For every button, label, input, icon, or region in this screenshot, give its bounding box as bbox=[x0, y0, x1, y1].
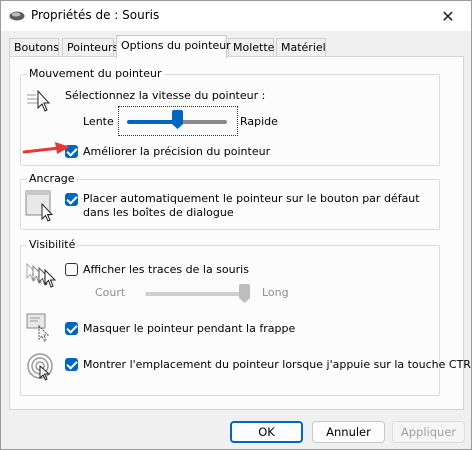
mouse-app-icon bbox=[9, 11, 25, 21]
show-location-ctrl-checkbox[interactable] bbox=[65, 358, 78, 371]
speed-slow-label: Lente bbox=[83, 115, 114, 128]
tab-wheel[interactable]: Molette bbox=[228, 38, 274, 57]
cancel-button[interactable]: Annuler bbox=[312, 421, 385, 443]
pointer-trails-label[interactable]: Afficher les traces de la souris bbox=[83, 263, 249, 276]
apply-button[interactable]: Appliquer bbox=[392, 421, 465, 443]
speed-slider-thumb[interactable] bbox=[172, 110, 183, 130]
pointer-speed-icon bbox=[27, 89, 51, 112]
tab-hardware[interactable]: Matériel bbox=[276, 38, 326, 57]
trail-length-slider[interactable] bbox=[145, 284, 257, 304]
show-location-ctrl-label[interactable]: Montrer l'emplacement du pointeur lorsqu… bbox=[83, 358, 472, 371]
pointer-trails-checkbox[interactable] bbox=[65, 263, 78, 276]
hide-while-typing-checkbox[interactable] bbox=[65, 322, 78, 335]
speed-track-fill bbox=[127, 120, 177, 124]
visibility-group: Visibilité Afficher les traces de la sou… bbox=[20, 238, 472, 396]
hide-pointer-icon bbox=[26, 313, 50, 342]
hide-while-typing-label[interactable]: Masquer le pointeur pendant la frappe bbox=[83, 322, 295, 335]
snap-to-default-label[interactable]: Placer automatiquement le pointeur sur l… bbox=[83, 192, 435, 220]
motion-group: Mouvement du pointeur Sélectionnez la vi… bbox=[20, 67, 440, 166]
motion-group-title: Mouvement du pointeur bbox=[27, 67, 164, 80]
trail-long-label: Long bbox=[262, 286, 289, 299]
ctrl-locate-icon bbox=[27, 353, 53, 381]
trail-short-label: Court bbox=[95, 286, 126, 299]
tab-pointers[interactable]: Pointeurs bbox=[62, 38, 118, 57]
speed-fast-label: Rapide bbox=[240, 115, 278, 128]
snap-to-default-checkbox[interactable] bbox=[65, 193, 78, 206]
tab-buttons[interactable]: Boutons bbox=[9, 38, 59, 57]
close-icon: ✕ bbox=[441, 6, 455, 26]
speed-label: Sélectionnez la vitesse du pointeur : bbox=[65, 89, 266, 102]
close-button[interactable]: ✕ bbox=[425, 1, 471, 31]
title-bar: Propriétés de : Souris ✕ bbox=[1, 1, 471, 31]
window-title: Propriétés de : Souris bbox=[31, 8, 160, 22]
snap-group-title: Ancrage bbox=[27, 172, 77, 185]
speed-track bbox=[177, 120, 227, 124]
snap-to-icon bbox=[25, 190, 54, 222]
tab-pointer-options[interactable]: Options du pointeur bbox=[116, 35, 231, 58]
pointer-trails-icon bbox=[26, 262, 57, 288]
ok-button[interactable]: OK bbox=[230, 421, 303, 443]
trail-track bbox=[145, 292, 245, 296]
tab-panel: Mouvement du pointeur Sélectionnez la vi… bbox=[9, 56, 472, 410]
snap-group: Ancrage Placer automatiquement le pointe… bbox=[20, 172, 440, 230]
pointer-speed-slider[interactable] bbox=[118, 106, 238, 136]
visibility-group-title: Visibilité bbox=[27, 238, 78, 251]
mouse-properties-dialog: Propriétés de : Souris ✕ Boutons Pointeu… bbox=[0, 0, 472, 450]
enhance-precision-label[interactable]: Améliorer la précision du pointeur bbox=[83, 145, 270, 158]
trail-slider-thumb[interactable] bbox=[239, 284, 250, 304]
red-arrow-annotation bbox=[23, 142, 70, 154]
